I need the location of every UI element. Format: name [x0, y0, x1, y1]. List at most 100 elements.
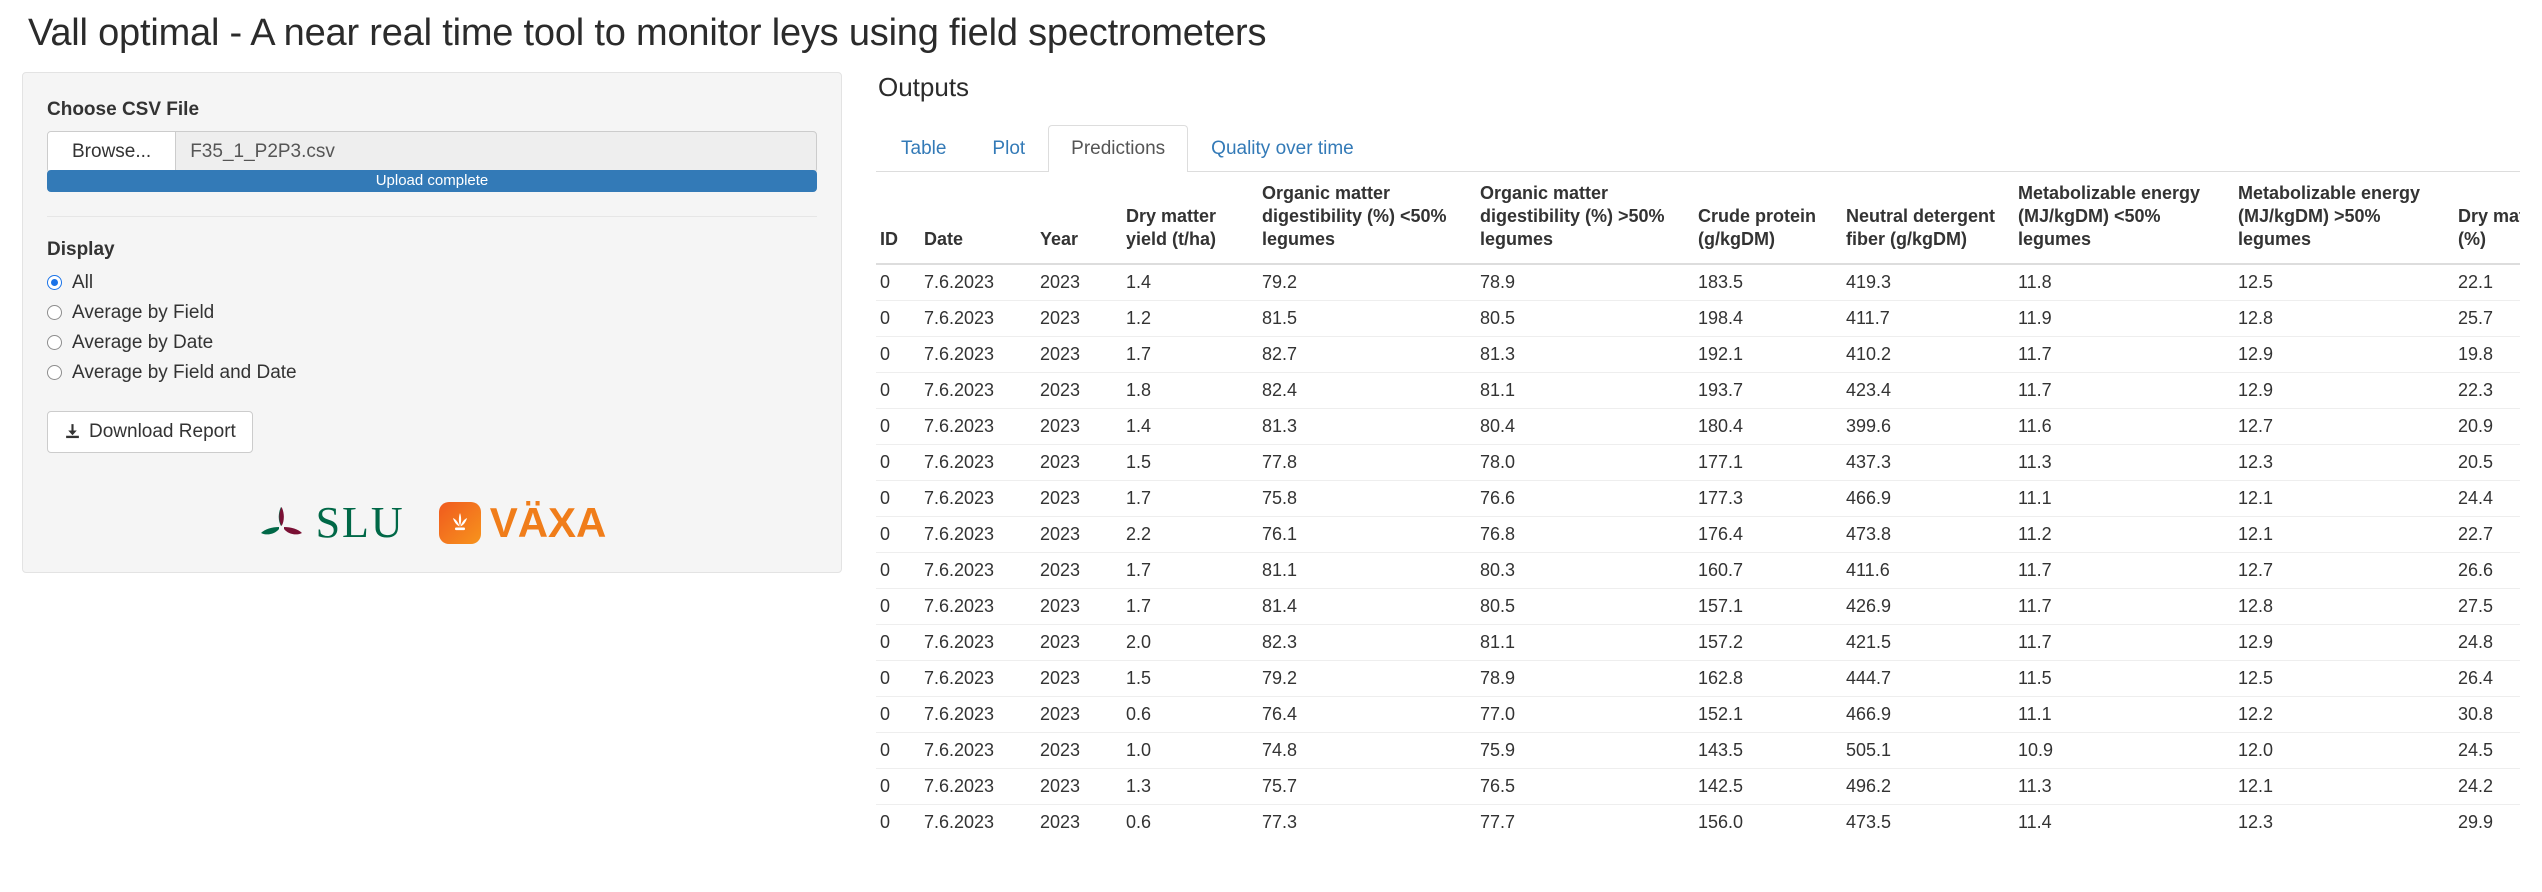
file-input-label: Choose CSV File: [47, 98, 200, 120]
table-cell: 7.6.2023: [920, 551, 1036, 589]
table-row: 0 7.6.2023 2023 1.7 75.8 76.6 177.3 466.9 11.1 12…: [876, 479, 2520, 517]
table-cell: 11.7: [2014, 587, 2234, 625]
table-cell: 78.9: [1476, 659, 1694, 697]
table-cell: 24.4: [2454, 479, 2520, 517]
table-cell: 11.1: [2014, 479, 2234, 517]
browse-button[interactable]: Browse...: [48, 131, 177, 172]
column-header-omd-gt50[interactable]: Organic matter digestibility (%) >50% le…: [1476, 171, 1694, 265]
table-cell: 0: [876, 335, 920, 373]
column-header-year[interactable]: Year: [1036, 171, 1122, 265]
table-row: 0 7.6.2023 2023 1.4 79.2 78.9 183.5 419.3 11.8 12…: [876, 264, 2520, 301]
table-cell: 0: [876, 299, 920, 337]
table-cell: 25.7: [2454, 299, 2520, 337]
column-header-date[interactable]: Date: [920, 171, 1036, 265]
table-cell: 12.3: [2234, 803, 2454, 840]
table-cell: 12.9: [2234, 335, 2454, 373]
table-cell: 505.1: [1842, 731, 2014, 769]
column-header-omd-lt50[interactable]: Organic matter digestibility (%) <50% le…: [1258, 171, 1476, 265]
table-cell: 29.9: [2454, 803, 2520, 840]
outputs-tabs: Table Plot Predictions Quality over time: [876, 124, 2520, 172]
table-cell: 0.6: [1122, 695, 1258, 733]
table-cell: 79.2: [1262, 271, 1298, 292]
table-cell: 177.3: [1694, 479, 1842, 517]
column-header-me-gt50[interactable]: Metabolizable energy (MJ/kgDM) >50% legu…: [2234, 171, 2454, 265]
table-cell: 399.6: [1842, 407, 2014, 445]
table-cell: 0: [876, 407, 920, 445]
table-cell: 2023: [1040, 271, 1081, 292]
table-row: 0 7.6.2023 2023 1.5 79.2 78.9 162.8 444.7 11.5 12…: [876, 659, 2520, 697]
tab-quality-over-time[interactable]: Quality over time: [1188, 125, 1377, 172]
table-cell: 76.8: [1476, 515, 1694, 553]
radio-label: Average by Field and Date: [72, 361, 297, 383]
table-cell: 7.6.2023: [920, 479, 1036, 517]
table-cell: 411.7: [1842, 299, 2014, 337]
tab-predictions[interactable]: Predictions: [1048, 124, 1189, 172]
table-cell: 1.7: [1122, 587, 1258, 625]
table-cell: 2023: [1036, 515, 1122, 553]
table-row: 0 7.6.2023 2023 1.8 82.4 81.1 193.7 423.4 11.7 12…: [876, 371, 2520, 409]
radio-option-average-by-field-and-date[interactable]: Average by Field and Date: [47, 363, 817, 382]
table-cell: 426.9: [1842, 587, 2014, 625]
table-cell: 81.5: [1258, 299, 1476, 337]
display-radio-group[interactable]: All Average by Field Average by Date Ave…: [47, 273, 817, 382]
table-cell: 82.4: [1258, 371, 1476, 409]
table-cell: 12.1: [2234, 767, 2454, 805]
table-cell: 0.6: [1122, 803, 1258, 840]
table-cell: 12.2: [2234, 695, 2454, 733]
table-cell: 81.1: [1476, 371, 1694, 409]
predictions-table: ID Date Year Dry matter yield (t/ha) Org…: [876, 171, 2520, 840]
radio-option-average-by-date[interactable]: Average by Date: [47, 333, 817, 352]
table-cell: 0: [880, 271, 891, 292]
table-cell: 11.3: [2014, 767, 2234, 805]
table-cell: 1.3: [1122, 767, 1258, 805]
main-layout: Choose CSV File Browse... F35_1_P2P3.csv…: [22, 71, 2520, 840]
table-cell: 437.3: [1842, 443, 2014, 481]
table-cell: 76.6: [1476, 479, 1694, 517]
tab-table[interactable]: Table: [878, 125, 969, 172]
table-cell: 12.9: [2234, 371, 2454, 409]
table-cell: 160.7: [1694, 551, 1842, 589]
table-cell: 1.5: [1122, 659, 1258, 697]
table-cell: 82.3: [1258, 623, 1476, 661]
table-cell: 157.2: [1694, 623, 1842, 661]
table-cell: 12.5: [2234, 659, 2454, 697]
column-header-crude-protein[interactable]: Crude protein (g/kgDM): [1694, 171, 1842, 265]
table-cell: 22.3: [2454, 371, 2520, 409]
table-cell: 22.7: [2454, 515, 2520, 553]
tab-plot[interactable]: Plot: [969, 125, 1048, 172]
table-cell: 2023: [1036, 659, 1122, 697]
table-cell: 80.5: [1476, 299, 1694, 337]
table-cell: 26.6: [2454, 551, 2520, 589]
file-upload-group: Browse... F35_1_P2P3.csv Upload complete: [47, 130, 817, 192]
table-cell: 11.7: [2014, 623, 2234, 661]
table-cell: 2.2: [1122, 515, 1258, 553]
table-cell: 2023: [1036, 551, 1122, 589]
file-input[interactable]: Browse... F35_1_P2P3.csv: [47, 130, 817, 173]
table-cell: 79.2: [1258, 659, 1476, 697]
column-header-ndf[interactable]: Neutral detergent fiber (g/kgDM): [1842, 171, 2014, 265]
table-cell: 12.1: [2234, 479, 2454, 517]
column-header-id[interactable]: ID: [876, 171, 920, 265]
table-cell: 1.5: [1122, 443, 1258, 481]
column-header-dry-matter[interactable]: Dry matter (%): [2454, 171, 2520, 265]
radio-icon: [47, 364, 62, 380]
column-header-me-lt50[interactable]: Metabolizable energy (MJ/kgDM) <50% legu…: [2014, 171, 2234, 265]
table-cell: 19.8: [2454, 335, 2520, 373]
table-cell: 473.5: [1842, 803, 2014, 840]
table-cell: 198.4: [1694, 299, 1842, 337]
table-cell: 1.7: [1122, 335, 1258, 373]
table-cell: 2023: [1036, 623, 1122, 661]
download-report-button[interactable]: Download Report: [47, 410, 253, 453]
radio-option-average-by-field[interactable]: Average by Field: [47, 303, 817, 322]
column-header-dry-matter-yield[interactable]: Dry matter yield (t/ha): [1122, 171, 1258, 265]
table-cell: 11.3: [2014, 443, 2234, 481]
table-cell: 192.1: [1694, 335, 1842, 373]
table-cell: 473.8: [1842, 515, 2014, 553]
table-header: ID Date Year Dry matter yield (t/ha) Org…: [876, 171, 2520, 265]
table-cell: 7.6.2023: [920, 803, 1036, 840]
table-cell: 410.2: [1842, 335, 2014, 373]
radio-option-all[interactable]: All: [47, 273, 817, 292]
table-cell: 24.8: [2454, 623, 2520, 661]
sidebar-divider: [47, 215, 817, 217]
logo-row: SLU VÄXA: [47, 501, 817, 546]
